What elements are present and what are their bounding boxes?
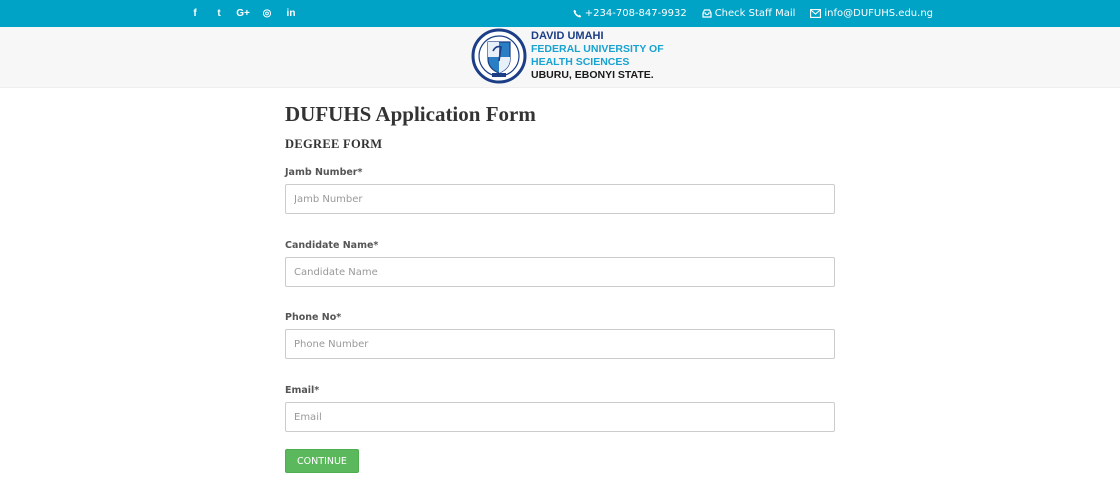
brand-line-1: DAVID UMAHI [531, 30, 604, 42]
inbox-icon [702, 9, 712, 18]
twitter-icon[interactable]: t [207, 0, 231, 27]
email-group: Email* [285, 378, 835, 432]
continue-button[interactable]: CONTINUE [285, 449, 359, 473]
jamb-number-input[interactable] [285, 184, 835, 214]
phone-group: Phone No* [285, 305, 835, 359]
facebook-icon[interactable]: f [183, 0, 207, 27]
social-links: f t G+ ◎ in [183, 0, 303, 27]
envelope-icon [810, 9, 822, 18]
brand-text[interactable]: DAVID UMAHI FEDERAL UNIVERSITY OF HEALTH… [531, 30, 664, 82]
google-plus-icon[interactable]: G+ [231, 0, 255, 27]
page-title: DUFUHS Application Form [285, 102, 536, 126]
application-form: DUFUHS Application Form DEGREE FORM Jamb… [285, 101, 835, 473]
jamb-number-label: Jamb Number* [285, 167, 363, 178]
candidate-name-label: Candidate Name* [285, 240, 379, 251]
phone-link[interactable]: +234-708-847-9932 [573, 8, 687, 19]
university-logo[interactable] [471, 27, 527, 85]
phone-icon [573, 9, 582, 18]
contact-links: +234-708-847-9932 Check Staff Mail info@… [573, 0, 933, 27]
instagram-icon[interactable]: ◎ [255, 0, 279, 27]
staff-mail-text: Check Staff Mail [714, 8, 796, 19]
brand-line-4: UBURU, EBONYI STATE. [531, 69, 654, 81]
jamb-number-group: Jamb Number* [285, 160, 835, 214]
phone-text: +234-708-847-9932 [584, 8, 687, 19]
brand-line-2: FEDERAL UNIVERSITY OF [531, 43, 664, 55]
phone-label: Phone No* [285, 312, 342, 323]
linkedin-icon[interactable]: in [279, 0, 303, 27]
email-label: Email* [285, 385, 320, 396]
email-text: info@DUFUHS.edu.ng [824, 8, 933, 19]
form-subtitle: DEGREE FORM [285, 137, 383, 151]
candidate-name-group: Candidate Name* [285, 233, 835, 287]
staff-mail-link[interactable]: Check Staff Mail [702, 8, 796, 19]
candidate-name-input[interactable] [285, 257, 835, 287]
site-header: DAVID UMAHI FEDERAL UNIVERSITY OF HEALTH… [0, 27, 1120, 88]
email-link[interactable]: info@DUFUHS.edu.ng [810, 8, 933, 19]
top-bar: f t G+ ◎ in +234-708-847-9932 Check Staf… [0, 0, 1120, 27]
email-input[interactable] [285, 402, 835, 432]
phone-input[interactable] [285, 329, 835, 359]
brand-line-3: HEALTH SCIENCES [531, 56, 630, 68]
